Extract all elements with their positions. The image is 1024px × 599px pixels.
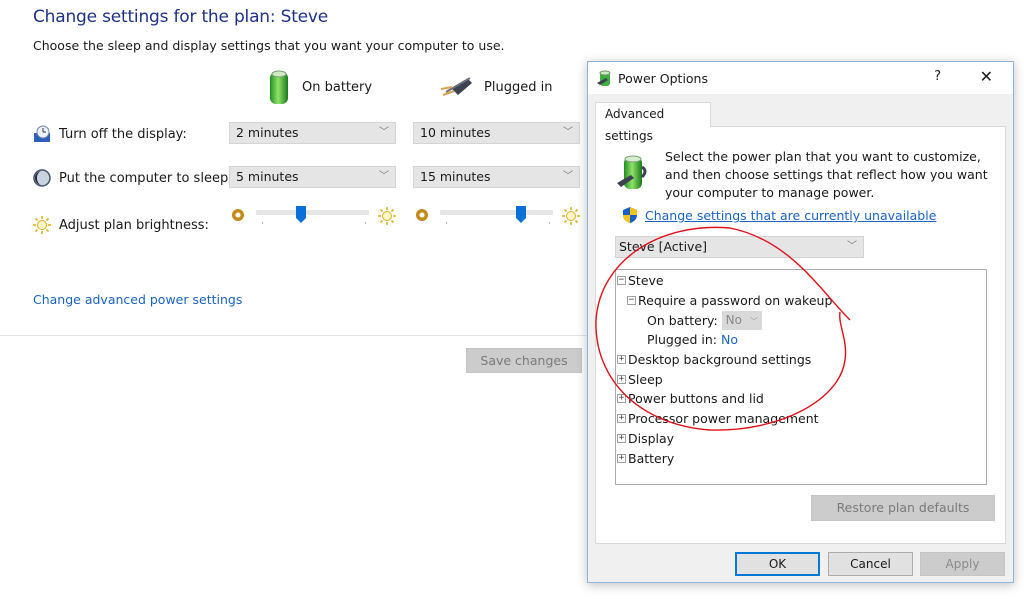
power-options-app-icon xyxy=(597,70,611,86)
restore-plan-defaults-button[interactable]: Restore plan defaults xyxy=(811,495,995,521)
select-value: Steve [Active] xyxy=(619,239,708,254)
slider-tick xyxy=(549,222,550,224)
power-plug-icon xyxy=(440,77,472,96)
slider-track[interactable] xyxy=(440,210,553,215)
select-value: 10 minutes xyxy=(420,125,491,140)
select-value: No xyxy=(725,312,742,327)
page-title: Change settings for the plan: Steve xyxy=(33,7,329,27)
dim-brightness-icon xyxy=(232,209,244,221)
save-changes-button[interactable]: Save changes xyxy=(466,348,582,373)
brightness-plugged-slider[interactable] xyxy=(440,206,553,230)
apply-button[interactable]: Apply xyxy=(920,552,1005,576)
collapse-icon[interactable]: − xyxy=(627,296,636,306)
battery-icon xyxy=(270,70,288,104)
page-subtitle: Choose the sleep and display settings th… xyxy=(33,38,505,53)
column-header-on-battery: On battery xyxy=(266,68,372,106)
expand-icon[interactable]: + xyxy=(617,433,626,443)
tree-item-on-battery: On battery: No ﹀ xyxy=(616,310,986,330)
tree-item-desktop-background[interactable]: + Desktop background settings xyxy=(616,350,986,370)
column-label: Plugged in xyxy=(484,79,553,95)
settings-tree[interactable]: − Steve − Require a password on wakeup O… xyxy=(615,269,987,485)
slider-thumb[interactable] xyxy=(516,206,527,223)
expand-icon[interactable]: + xyxy=(617,394,626,404)
sleep-plugged-select[interactable]: 15 minutes ﹀ xyxy=(413,166,580,188)
select-value: 15 minutes xyxy=(420,169,491,184)
slider-thumb[interactable] xyxy=(296,206,307,223)
chevron-down-icon: ﹀ xyxy=(563,171,573,182)
tree-item-sleep[interactable]: + Sleep xyxy=(616,369,986,389)
row-put-to-sleep: Put the computer to sleep: xyxy=(33,169,233,187)
tree-item-label: Plugged in: xyxy=(647,332,718,348)
sun-icon xyxy=(33,216,51,234)
uac-shield-icon xyxy=(623,207,637,223)
dim-brightness-icon xyxy=(416,209,428,221)
expand-icon[interactable]: + xyxy=(617,374,626,384)
tree-item-label: Require a password on wakeup xyxy=(638,293,833,309)
bright-brightness-icon xyxy=(378,207,396,225)
dialog-titlebar[interactable]: Power Options ? ✕ xyxy=(588,62,1013,94)
chevron-down-icon: ﹀ xyxy=(379,127,389,138)
power-plan-select[interactable]: Steve [Active] ﹀ xyxy=(615,236,864,258)
tree-item-label: Steve xyxy=(628,273,664,289)
row-label: Put the computer to sleep: xyxy=(59,170,233,186)
chevron-down-icon: ﹀ xyxy=(847,241,857,252)
expand-icon[interactable]: + xyxy=(617,355,626,365)
column-header-plugged-in: Plugged in xyxy=(438,68,552,106)
tree-item-label: On battery: xyxy=(647,312,718,328)
chevron-down-icon: ﹀ xyxy=(750,316,758,326)
collapse-icon[interactable]: − xyxy=(617,276,626,286)
select-value: 5 minutes xyxy=(236,169,299,184)
tab-advanced-settings[interactable]: Advanced settings xyxy=(595,102,711,143)
dialog-description: Select the power plan that you want to c… xyxy=(665,149,988,200)
tree-item-plugged-in: Plugged in: No xyxy=(616,330,986,350)
power-options-dialog: Power Options ? ✕ Advanced settings Sele… xyxy=(587,61,1014,583)
display-plugged-select[interactable]: 10 minutes ﹀ xyxy=(413,122,580,144)
row-label: Adjust plan brightness: xyxy=(59,217,209,233)
help-button[interactable]: ? xyxy=(934,69,941,84)
expand-icon[interactable]: + xyxy=(617,414,626,424)
tree-item-require-password[interactable]: − Require a password on wakeup xyxy=(616,291,986,311)
plugged-in-value-link[interactable]: No xyxy=(721,332,738,347)
change-unavailable-settings-link[interactable]: Change settings that are currently unava… xyxy=(645,208,936,223)
display-battery-select[interactable]: 2 minutes ﹀ xyxy=(229,122,396,144)
sleep-battery-select[interactable]: 5 minutes ﹀ xyxy=(229,166,396,188)
expand-icon[interactable]: + xyxy=(617,453,626,463)
slider-tick xyxy=(365,222,366,224)
power-plan-icon xyxy=(617,155,647,189)
on-battery-value-select: No ﹀ xyxy=(721,310,762,330)
close-button[interactable]: ✕ xyxy=(980,67,993,86)
moon-icon xyxy=(33,169,51,187)
tree-item-label: Desktop background settings xyxy=(628,352,812,368)
row-turn-off-display: Turn off the display: xyxy=(33,125,187,143)
slider-tick xyxy=(262,222,263,224)
cancel-button[interactable]: Cancel xyxy=(828,552,913,576)
monitor-clock-icon xyxy=(34,125,50,142)
dialog-title: Power Options xyxy=(618,70,708,86)
tree-item-label: Processor power management xyxy=(628,411,819,427)
change-advanced-power-settings-link[interactable]: Change advanced power settings xyxy=(33,292,242,307)
chevron-down-icon: ﹀ xyxy=(379,171,389,182)
chevron-down-icon: ﹀ xyxy=(563,127,573,138)
tree-item-steve[interactable]: − Steve xyxy=(616,271,986,291)
tree-item-label: Sleep xyxy=(628,371,663,387)
slider-track[interactable] xyxy=(256,210,369,215)
divider xyxy=(0,335,590,336)
tree-item-label: Display xyxy=(628,430,675,446)
row-label: Turn off the display: xyxy=(59,126,187,142)
advanced-settings-panel: Select the power plan that you want to c… xyxy=(595,126,1006,544)
tree-item-label: Battery xyxy=(628,450,675,466)
column-label: On battery xyxy=(302,79,373,95)
tree-item-display[interactable]: + Display xyxy=(616,429,986,449)
ok-button[interactable]: OK xyxy=(735,552,820,576)
row-adjust-brightness: Adjust plan brightness: xyxy=(33,216,209,234)
brightness-battery-slider[interactable] xyxy=(256,206,369,230)
tree-item-label: Power buttons and lid xyxy=(628,391,764,407)
tree-item-battery[interactable]: + Battery xyxy=(616,448,986,468)
tree-item-processor-power[interactable]: + Processor power management xyxy=(616,409,986,429)
bright-brightness-icon xyxy=(562,207,580,225)
slider-tick xyxy=(446,222,447,224)
tree-item-power-buttons[interactable]: + Power buttons and lid xyxy=(616,389,986,409)
select-value: 2 minutes xyxy=(236,125,299,140)
